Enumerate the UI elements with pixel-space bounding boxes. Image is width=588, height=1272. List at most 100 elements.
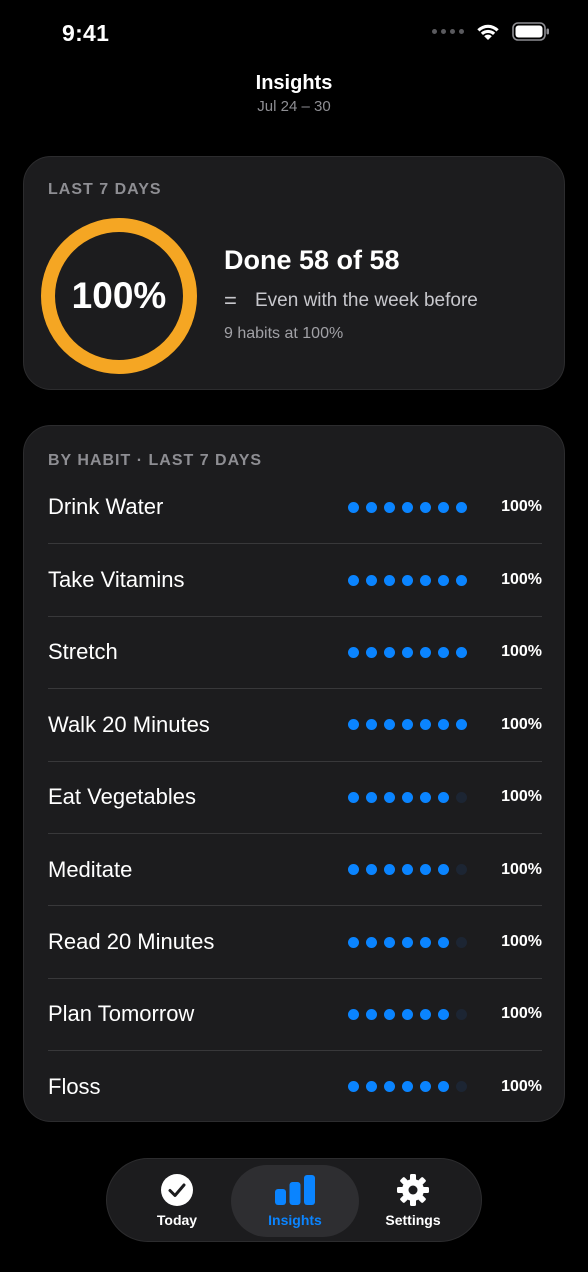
day-dot-done	[420, 646, 431, 658]
tab-settings-label: Settings	[385, 1212, 441, 1228]
habit-percent: 100%	[501, 1005, 542, 1023]
day-dot-done	[438, 646, 449, 658]
habit-row[interactable]: Drink Water 100%	[48, 471, 542, 543]
day-dot-done	[438, 936, 449, 948]
day-dot-done	[384, 646, 395, 658]
day-dot-done	[384, 501, 395, 513]
habit-percent: 100%	[501, 571, 542, 589]
habit-row[interactable]: Read 20 Minutes 100%	[48, 905, 542, 977]
day-dot-done	[420, 719, 431, 731]
status-time: 9:41	[62, 20, 110, 46]
habits-card: BY HABIT · LAST 7 DAYS Drink Water 100% Ta…	[23, 425, 565, 1122]
tab-today[interactable]: Today	[113, 1165, 241, 1237]
day-dot-done	[348, 501, 359, 513]
done-count: Done 58 of 58	[224, 245, 400, 275]
day-dot-done	[402, 501, 413, 513]
day-dot-done	[348, 646, 359, 658]
wifi-icon	[477, 24, 499, 40]
habit-name: Floss	[48, 1073, 101, 1099]
comparison-text: Even with the week before	[255, 290, 478, 311]
habit-name: Meditate	[48, 856, 133, 882]
day-dot-done	[348, 791, 359, 803]
day-dot-done	[348, 574, 359, 586]
day-dot-done	[456, 501, 467, 513]
day-dot-done	[384, 791, 395, 803]
day-dot-done	[402, 936, 413, 948]
day-dots	[348, 646, 467, 658]
day-dot-done	[348, 1081, 359, 1093]
day-dot-done	[384, 1008, 395, 1020]
habit-row[interactable]: Take Vitamins 100%	[48, 543, 542, 615]
day-dot-done	[384, 936, 395, 948]
habit-row[interactable]: Plan Tomorrow 100%	[48, 977, 542, 1050]
insights-screen: 9:41 Insights Jul 24 – 30 LAST 7 DAYS 10…	[0, 0, 588, 1272]
summary-card: LAST 7 DAYS 100% Done 58 of 58 = Even wi…	[23, 156, 565, 390]
habit-name: Drink Water	[48, 494, 164, 520]
summary-section-label: LAST 7 DAYS	[48, 181, 162, 198]
day-dot-done	[384, 1081, 395, 1093]
tab-settings[interactable]: Settings	[349, 1165, 477, 1237]
habits-section-label: BY HABIT · LAST 7 DAYS	[48, 452, 263, 469]
day-dots	[348, 574, 467, 586]
day-dot-done	[420, 1081, 431, 1093]
day-dot-missed	[456, 791, 467, 803]
day-dot-done	[348, 936, 359, 948]
day-dot-done	[420, 574, 431, 586]
habit-percent: 100%	[501, 860, 542, 878]
day-dot-done	[384, 864, 395, 876]
habit-row[interactable]: Meditate 100%	[48, 832, 542, 905]
battery-icon	[512, 22, 549, 41]
day-dot-done	[438, 719, 449, 731]
tab-insights-label: Insights	[268, 1212, 322, 1228]
checkmark-circle-icon	[161, 1174, 193, 1206]
day-dot-done	[438, 1008, 449, 1020]
page-title: Insights	[255, 72, 333, 94]
day-dot-done	[402, 574, 413, 586]
day-dot-done	[438, 1081, 449, 1093]
day-dot-done	[420, 936, 431, 948]
day-dots	[348, 1008, 467, 1020]
habit-percent: 100%	[501, 1077, 542, 1095]
habit-percent: 100%	[501, 498, 542, 516]
habit-row[interactable]: Eat Vegetables 100%	[48, 760, 542, 833]
day-dot-done	[456, 574, 467, 586]
day-dot-done	[366, 719, 377, 731]
habit-list: Drink Water 100% Take Vitamins 100% Stretch 1…	[48, 471, 542, 1123]
equals-icon: =	[224, 288, 237, 313]
day-dot-done	[366, 791, 377, 803]
day-dots	[348, 501, 467, 513]
day-dot-done	[420, 501, 431, 513]
day-dot-done	[384, 719, 395, 731]
habit-name: Walk 20 Minutes	[48, 711, 210, 737]
day-dot-done	[456, 719, 467, 731]
status-indicators	[432, 22, 550, 41]
habit-percent: 100%	[501, 643, 542, 661]
day-dot-done	[366, 646, 377, 658]
habit-percent: 100%	[501, 788, 542, 806]
comparison-row: = Even with the week before	[224, 290, 478, 312]
day-dot-done	[420, 1008, 431, 1020]
day-dot-done	[438, 574, 449, 586]
habit-row[interactable]: Stretch 100%	[48, 615, 542, 688]
day-dot-done	[366, 864, 377, 876]
habit-row[interactable]: Floss 100%	[48, 1050, 542, 1122]
day-dot-done	[402, 1008, 413, 1020]
day-dot-done	[438, 864, 449, 876]
habit-name: Take Vitamins	[48, 567, 185, 593]
day-dot-done	[402, 791, 413, 803]
day-dot-missed	[456, 1008, 467, 1020]
date-range: Jul 24 – 30	[257, 98, 331, 115]
tab-insights[interactable]: Insights	[231, 1165, 359, 1237]
day-dot-done	[366, 1081, 377, 1093]
day-dot-done	[402, 1081, 413, 1093]
day-dots	[348, 719, 467, 731]
habit-row[interactable]: Walk 20 Minutes 100%	[48, 688, 542, 760]
day-dots	[348, 864, 467, 876]
tab-bar: Today Insights Settings	[106, 1158, 482, 1242]
habit-name: Stretch	[48, 639, 118, 665]
day-dot-missed	[456, 864, 467, 876]
habit-name: Plan Tomorrow	[48, 1001, 195, 1027]
day-dot-done	[402, 646, 413, 658]
status-bar: 9:41	[0, 0, 588, 66]
bar-chart-icon	[275, 1174, 315, 1206]
